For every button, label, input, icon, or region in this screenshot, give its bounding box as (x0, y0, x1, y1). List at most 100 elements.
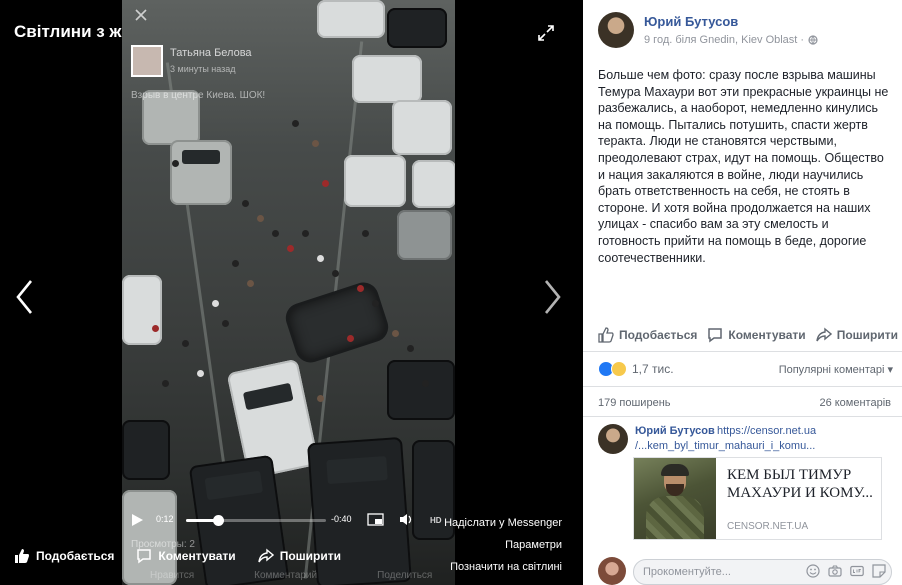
faded-share: Поделиться (377, 570, 433, 581)
photo-theater: Світлини з життєпису Татьяна Белова 3 ми… (0, 0, 583, 585)
person (312, 140, 319, 147)
share-icon (815, 327, 832, 342)
theater-like-label: Подобається (36, 549, 115, 563)
person (392, 330, 399, 337)
car (397, 210, 452, 260)
comment-sort-dropdown[interactable]: Популярні коментарі ▾ (779, 363, 893, 376)
poster-time: 3 минуты назад (170, 64, 236, 74)
theater-comment-label: Коментувати (158, 549, 236, 563)
comment-button[interactable]: Коментувати (707, 327, 806, 343)
person (152, 325, 159, 332)
person (162, 380, 169, 387)
next-arrow-icon[interactable] (543, 278, 563, 316)
video-caption: Взрыв в центре Киева. ШОК! (131, 90, 266, 101)
person (222, 320, 229, 327)
person (372, 300, 379, 307)
divider (583, 386, 902, 387)
comment-icon (708, 328, 723, 343)
options-link[interactable]: Параметри (505, 539, 562, 551)
picture-in-picture-icon[interactable] (367, 513, 384, 526)
person (422, 380, 429, 387)
sad-reaction-icon (611, 361, 627, 377)
person (182, 340, 189, 347)
faded-like: Нравится (150, 570, 195, 581)
person (212, 300, 219, 307)
theater-action-bar: Подобається Коментувати Поширити (14, 548, 363, 564)
person (197, 370, 204, 377)
post-meta-text[interactable]: 9 год. біля Gnedin, Kiev Oblast · (644, 34, 804, 46)
comment-link[interactable]: https://censor.net.ua (717, 425, 816, 437)
volume-icon[interactable] (399, 512, 414, 527)
damaged-car (285, 282, 389, 363)
remaining-time: -0:40 (331, 514, 352, 524)
globe-icon (808, 35, 818, 45)
comment-author[interactable]: Юрий Бутусов (635, 425, 715, 437)
camera-icon[interactable] (828, 564, 842, 578)
comment-avatar[interactable] (598, 424, 628, 454)
link-title: КЕМ БЫЛ ТИМУР МАХАУРИ И КОМУ... (727, 467, 873, 501)
like-label: Подобається (619, 328, 698, 342)
person (407, 345, 414, 352)
comment-link-path[interactable]: /...kem_byl_timur_mahauri_i_komu... (635, 440, 815, 452)
author-avatar[interactable] (598, 12, 634, 48)
person (357, 285, 364, 292)
post-text: Больше чем фото: сразу после взрыва маши… (598, 68, 889, 265)
close-icon[interactable] (134, 8, 148, 22)
comment-icon (137, 549, 152, 564)
theater-like-button[interactable]: Подобається (14, 548, 114, 564)
post-panel: Юрий Бутусов 9 год. біля Gnedin, Kiev Ob… (583, 0, 902, 585)
car (122, 275, 162, 345)
car (170, 140, 232, 205)
person (287, 245, 294, 252)
theater-share-label: Поширити (279, 549, 341, 563)
link-domain: CENSOR.NET.UA (727, 521, 809, 532)
car (392, 100, 452, 155)
share-button[interactable]: Поширити (815, 327, 898, 343)
current-time: 0:12 (156, 514, 174, 524)
person (347, 335, 354, 342)
hd-toggle[interactable]: HD (430, 516, 442, 525)
post-action-bar: Подобається Коментувати Поширити (598, 327, 902, 343)
share-label: Поширити (836, 328, 898, 342)
comment-label: Коментувати (728, 328, 806, 342)
like-button[interactable]: Подобається (598, 327, 697, 343)
theater-comment-button[interactable]: Коментувати (136, 548, 236, 564)
shares-count[interactable]: 179 поширень (598, 397, 671, 409)
person (317, 395, 324, 402)
share-icon (257, 548, 274, 563)
car (412, 160, 455, 208)
sticker-icon[interactable] (872, 564, 886, 578)
person (332, 270, 339, 277)
car (344, 155, 406, 207)
car (317, 0, 385, 38)
car (387, 8, 447, 48)
expand-icon[interactable] (537, 24, 555, 42)
send-messenger-link[interactable]: Надіслати у Messenger (444, 517, 562, 529)
post-meta: 9 год. біля Gnedin, Kiev Oblast · (644, 34, 818, 46)
author-name[interactable]: Юрий Бутусов (644, 14, 738, 29)
divider (583, 351, 902, 352)
previous-arrow-icon[interactable] (14, 278, 34, 316)
emoji-icon[interactable] (806, 564, 820, 578)
comments-count[interactable]: 26 коментарів (819, 397, 891, 409)
person (247, 280, 254, 287)
poster-avatar[interactable] (131, 45, 163, 77)
person (302, 230, 309, 237)
theater-share-button[interactable]: Поширити (257, 548, 341, 564)
video-frame[interactable] (122, 0, 455, 585)
faded-action-row: Нравится Комментарий Поделиться (150, 570, 492, 581)
person (292, 120, 299, 127)
reactions-summary[interactable]: 1,7 тис. (598, 361, 674, 377)
seek-bar[interactable] (186, 515, 326, 526)
person (322, 180, 329, 187)
poster-name[interactable]: Татьяна Белова (170, 47, 252, 59)
person (232, 260, 239, 267)
person (317, 255, 324, 262)
person (257, 215, 264, 222)
gif-icon[interactable] (850, 564, 864, 578)
like-icon (598, 327, 614, 343)
person (272, 230, 279, 237)
play-icon[interactable] (131, 513, 144, 527)
link-preview-card[interactable]: КЕМ БЫЛ ТИМУР МАХАУРИ И КОМУ... CENSOR.N… (633, 457, 882, 540)
car (387, 360, 455, 420)
